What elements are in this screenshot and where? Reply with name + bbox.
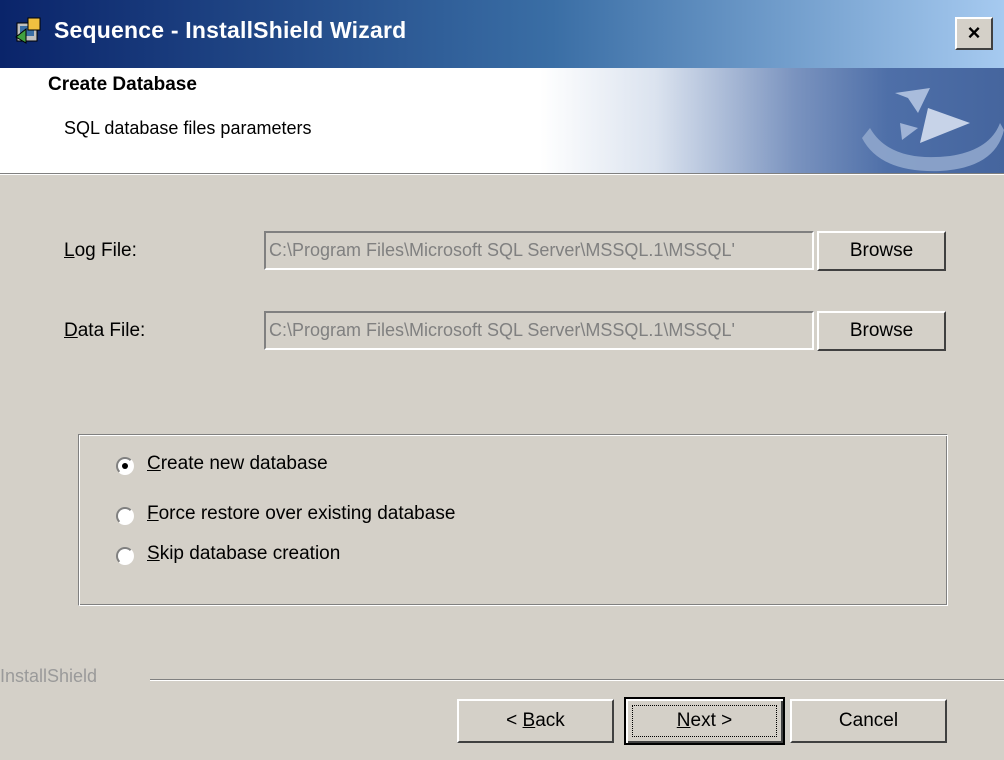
log-file-browse-button[interactable]: Browse <box>817 231 946 271</box>
data-file-path-input[interactable]: C:\Program Files\Microsoft SQL Server\MS… <box>264 311 814 350</box>
window-title: Sequence - InstallShield Wizard <box>54 17 407 43</box>
close-icon: × <box>967 20 981 45</box>
radio-button-selected[interactable] <box>116 457 134 475</box>
data-file-browse-button[interactable]: Browse <box>817 311 946 351</box>
installer-window: Sequence - InstallShield Wizard × Create… <box>0 0 1004 760</box>
installer-app-icon <box>15 17 41 44</box>
radio-button[interactable] <box>116 507 134 525</box>
page-subtitle: SQL database files parameters <box>64 118 312 138</box>
banner-divider <box>0 173 1004 175</box>
data-file-label: Data File: <box>64 320 146 341</box>
log-file-label: Log File: <box>64 240 137 261</box>
radio-button[interactable] <box>116 547 134 565</box>
log-file-path-input[interactable]: C:\Program Files\Microsoft SQL Server\MS… <box>264 231 814 270</box>
installshield-logo-icon <box>862 88 1004 172</box>
cancel-button[interactable]: Cancel <box>790 699 947 743</box>
close-button[interactable]: × <box>955 17 993 50</box>
installshield-brand-label: InstallShield <box>0 666 104 687</box>
focus-ring <box>632 705 777 737</box>
next-button[interactable]: Next > <box>624 697 785 745</box>
footer-divider <box>150 679 1004 681</box>
title-bar[interactable]: Sequence - InstallShield Wizard × <box>0 0 1004 68</box>
page-title: Create Database <box>48 74 197 95</box>
back-button[interactable]: < Back <box>457 699 614 743</box>
